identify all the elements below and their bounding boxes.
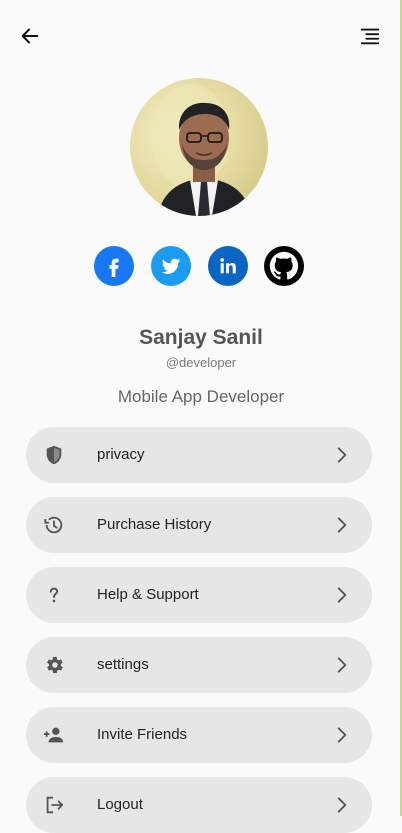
chevron-right-icon: [330, 723, 354, 747]
menu-label: Help & Support: [97, 586, 199, 603]
history-icon: [42, 513, 66, 537]
menu-lines-icon: [360, 28, 380, 45]
avatar: [130, 78, 268, 216]
social-links: [0, 246, 402, 286]
back-button[interactable]: [14, 20, 46, 52]
profile-handle: @developer: [165, 355, 237, 370]
chevron-right-icon: [330, 513, 354, 537]
twitter-icon: [161, 258, 181, 274]
twitter-button[interactable]: [151, 246, 191, 286]
menu-item-settings[interactable]: settings: [26, 637, 372, 693]
chevron-right-icon: [330, 443, 354, 467]
add-person-icon: [42, 723, 66, 747]
menu-item-purchase-history[interactable]: Purchase History: [26, 497, 372, 553]
menu-label: privacy: [97, 446, 145, 463]
menu-label: Logout: [97, 796, 143, 813]
app-bar: [0, 0, 402, 70]
github-icon: [269, 251, 299, 280]
shield-icon: [42, 443, 66, 467]
github-button[interactable]: [264, 246, 304, 286]
menu-item-help-support[interactable]: Help & Support: [26, 567, 372, 623]
profile-name: Sanjay Sanil: [139, 326, 263, 349]
menu-button[interactable]: [354, 20, 386, 52]
menu-item-logout[interactable]: Logout: [26, 777, 372, 833]
gear-icon: [42, 653, 66, 677]
arrow-left-icon: [21, 28, 39, 44]
chevron-right-icon: [330, 653, 354, 677]
menu-item-privacy[interactable]: privacy: [26, 427, 372, 483]
question-icon: [42, 583, 66, 607]
linkedin-button[interactable]: [208, 246, 248, 286]
facebook-button[interactable]: [94, 246, 134, 286]
logout-icon: [42, 793, 66, 817]
menu-label: Purchase History: [97, 516, 212, 533]
menu-label: settings: [97, 656, 149, 673]
chevron-right-icon: [330, 793, 354, 817]
menu-item-invite-friends[interactable]: Invite Friends: [26, 707, 372, 763]
avatar-portrait: [150, 84, 252, 216]
profile-role: Mobile App Developer: [117, 387, 285, 406]
chevron-right-icon: [330, 583, 354, 607]
facebook-icon: [109, 258, 119, 277]
menu-label: Invite Friends: [97, 726, 188, 743]
linkedin-icon: [220, 258, 236, 274]
